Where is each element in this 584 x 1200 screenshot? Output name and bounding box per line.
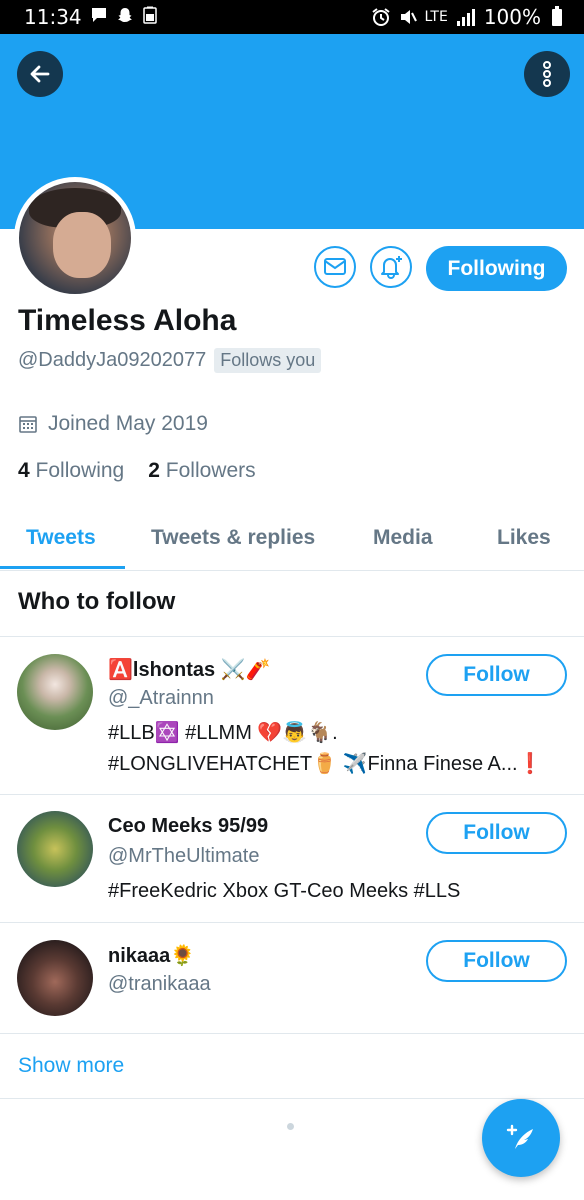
handle-row: @DaddyJa09202077 Follows you — [18, 348, 322, 373]
more-vertical-icon — [543, 61, 551, 87]
status-time: 11:34 — [24, 5, 82, 29]
followers-label: Followers — [165, 459, 256, 482]
who-to-follow-header: Who to follow — [18, 588, 176, 615]
compose-tweet-icon — [506, 1124, 533, 1149]
avatar[interactable] — [17, 654, 93, 730]
status-bar: 11:34 LTE 100% — [0, 0, 584, 34]
tab-tweets[interactable]: Tweets — [26, 526, 96, 550]
lte-label: LTE — [424, 9, 448, 25]
bell-plus-icon — [381, 256, 402, 279]
divider — [0, 794, 584, 795]
signal-icon — [456, 9, 475, 26]
followers-count-link[interactable]: 2 Followers — [148, 459, 255, 483]
following-count-link[interactable]: 4 Following — [18, 459, 124, 483]
message-icon — [92, 8, 106, 22]
mute-icon — [400, 10, 417, 24]
display-name: Timeless Aloha — [18, 304, 237, 337]
calendar-icon — [19, 416, 37, 433]
suggested-user-bio: #FreeKedric Xbox GT-Ceo Meeks #LLS — [108, 880, 461, 902]
tab-tweets-replies[interactable]: Tweets & replies — [151, 526, 315, 550]
tab-likes[interactable]: Likes — [497, 526, 551, 550]
back-button[interactable] — [17, 51, 63, 97]
battery-saver-icon — [143, 6, 157, 24]
battery-icon — [552, 5, 562, 26]
suggested-user-bio: #LONGLIVEHATCHET⚱️ ✈️Finna Finese A...❗ — [108, 753, 543, 775]
active-tab-indicator — [0, 566, 125, 569]
following-label: Following — [35, 459, 125, 482]
suggested-user-bio: #LLB✡️ #LLMM 💔👼🐐. — [108, 722, 338, 744]
avatar[interactable] — [17, 940, 93, 1016]
battery-percent: 100% — [483, 5, 541, 29]
suggested-user-handle: @MrTheUltimate — [108, 845, 260, 867]
avatar-face — [53, 212, 111, 278]
compose-tweet-button[interactable] — [482, 1099, 560, 1177]
follow-button[interactable]: Follow — [426, 812, 567, 854]
follow-button[interactable]: Follow — [426, 654, 567, 696]
follow-counts: 4 Following 2 Followers — [18, 459, 256, 483]
divider — [0, 1033, 584, 1034]
divider — [0, 922, 584, 923]
user-handle: @DaddyJa09202077 — [18, 349, 207, 371]
message-button[interactable] — [314, 246, 356, 288]
following-button[interactable]: Following — [426, 246, 567, 291]
avatar[interactable] — [17, 811, 93, 887]
followers-count: 2 — [148, 459, 160, 482]
suggested-user-name: 🅰️lshontas ⚔️🧨 — [108, 659, 271, 681]
envelope-icon — [324, 258, 346, 275]
follows-you-badge: Follows you — [214, 348, 322, 373]
joined-row: Joined May 2019 — [18, 412, 208, 436]
joined-date: Joined May 2019 — [48, 412, 208, 435]
status-system-icons: LTE 100% — [371, 5, 562, 29]
show-more-link[interactable]: Show more — [18, 1054, 124, 1078]
loading-indicator — [287, 1123, 294, 1130]
more-options-button[interactable] — [524, 51, 570, 97]
alarm-icon — [371, 8, 390, 26]
notifications-button[interactable] — [370, 246, 412, 288]
suggested-user-handle: @tranikaaa — [108, 973, 211, 995]
follow-button[interactable]: Follow — [426, 940, 567, 982]
profile-avatar[interactable] — [14, 177, 136, 299]
suggested-user-name: nikaaa🌻 — [108, 945, 196, 967]
profile-tabs: Tweets Tweets & replies Media Likes — [0, 512, 584, 571]
arrow-left-icon — [30, 65, 50, 83]
status-notification-icons — [90, 6, 158, 24]
snapchat-icon — [118, 8, 132, 22]
tab-media[interactable]: Media — [373, 526, 433, 550]
suggested-user-handle: @_Atrainnn — [108, 687, 214, 709]
suggested-user-name: Ceo Meeks 95/99 — [108, 815, 269, 837]
divider — [0, 636, 584, 637]
divider — [0, 1098, 584, 1099]
following-count: 4 — [18, 459, 30, 482]
